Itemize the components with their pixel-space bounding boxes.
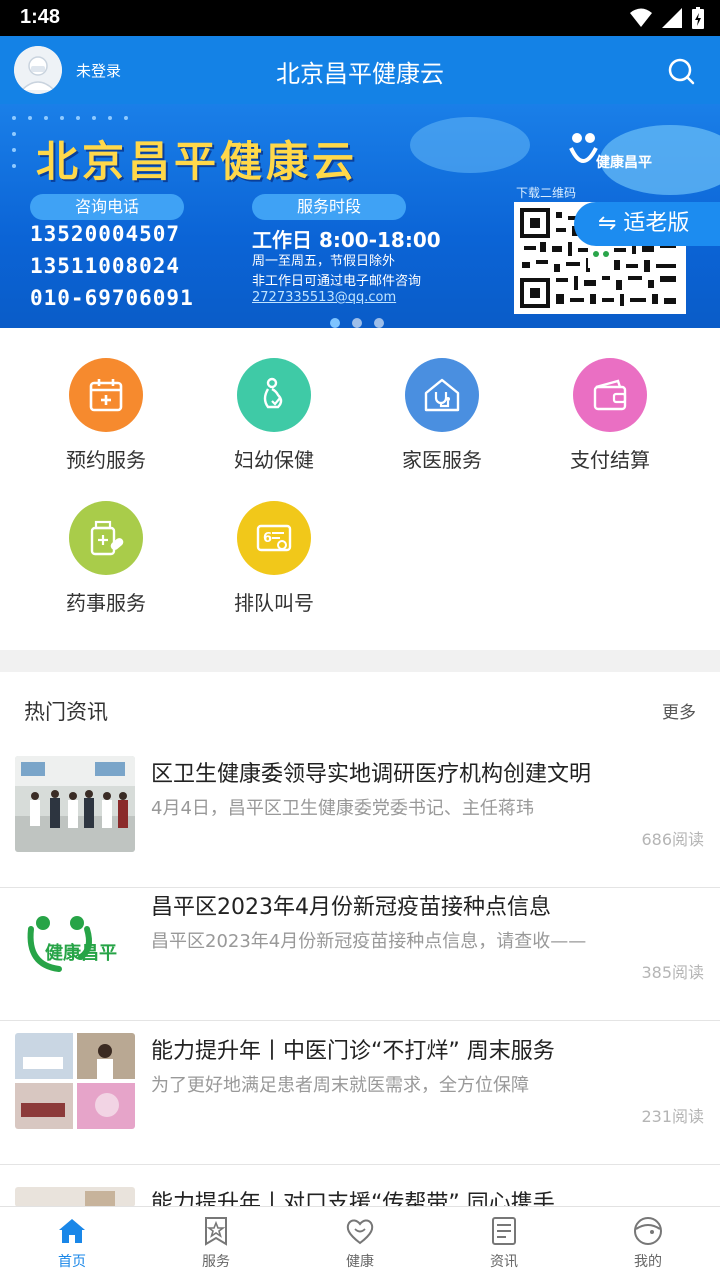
news-more-link[interactable]: 更多 [662, 698, 696, 723]
profile-face-icon [634, 1217, 662, 1245]
service-label: 家医服务 [402, 448, 482, 472]
carousel-dot[interactable] [352, 318, 362, 328]
news-item[interactable]: 健康昌平 昌平区2023年4月份新冠疫苗接种点信息 昌平区2023年4月份新冠疫… [0, 877, 720, 1021]
carousel-dots [330, 318, 384, 328]
tab-home[interactable]: 首页 [0, 1215, 144, 1271]
hotline-number: 13520004507 [30, 222, 181, 246]
news-thumbnail [15, 1187, 135, 1207]
tab-label: 健康 [346, 1254, 374, 1270]
service-label: 支付结算 [570, 448, 650, 472]
tab-health[interactable]: 健康 [288, 1215, 432, 1271]
page-title: 北京昌平健康云 [276, 60, 444, 88]
status-icons [630, 7, 704, 29]
search-button[interactable] [666, 56, 696, 86]
service-label: 药事服务 [66, 591, 146, 615]
news-summary: 4月4日，昌平区卫生健康委党委书记、主任蒋玮 [151, 798, 534, 819]
heart-icon [346, 1219, 374, 1245]
svg-text:健康昌平: 健康昌平 [45, 942, 117, 964]
document-icon [492, 1217, 516, 1245]
hours-label: 服务时段 [252, 194, 406, 220]
news-section-title: 热门资讯 [24, 700, 108, 724]
tab-label: 资讯 [490, 1254, 518, 1270]
news-photo-hospital-visit [15, 756, 135, 852]
wallet-icon [573, 358, 647, 432]
tab-services[interactable]: 服务 [144, 1215, 288, 1271]
service-label: 妇幼保健 [234, 448, 314, 472]
bookmark-star-icon [205, 1217, 227, 1246]
tab-label: 我的 [634, 1254, 662, 1270]
email-note: 非工作日可通过电子邮件咨询 [252, 274, 422, 289]
bottom-tab-bar: 首页 服务 健康 资讯 我的 [0, 1206, 720, 1280]
service-hours: 工作日 8:00-18:00 [252, 228, 441, 252]
news-summary: 昌平区2023年4月份新冠疫苗接种点信息，请查收—— [151, 931, 587, 952]
banner-title: 北京昌平健康云 [36, 137, 359, 186]
news-read-count: 686阅读 [641, 830, 704, 849]
news-thumbnail [15, 1033, 135, 1129]
status-time: 1:48 [20, 6, 61, 28]
section-divider [0, 650, 720, 672]
service-label: 排队叫号 [234, 591, 314, 615]
service-label: 预约服务 [66, 448, 146, 472]
news-thumbnail: 健康昌平 [15, 889, 135, 985]
app-header: 未登录 北京昌平健康云 [0, 36, 720, 104]
contact-email: 2727335513@qq.com [252, 290, 397, 305]
battery-icon [692, 7, 704, 29]
carousel-dot[interactable] [374, 318, 384, 328]
medicine-icon [69, 501, 143, 575]
elder-mode-button[interactable]: ⇋ 适老版 [574, 202, 720, 246]
tab-profile[interactable]: 我的 [576, 1215, 720, 1271]
news-read-count: 385阅读 [641, 963, 704, 982]
wifi-icon [630, 8, 652, 27]
news-item[interactable]: 区卫生健康委领导实地调研医疗机构创建文明 4月4日，昌平区卫生健康委党委书记、主… [0, 744, 720, 888]
hotline-number: 13511008024 [30, 254, 181, 278]
service-queue[interactable]: 6 排队叫号 [190, 501, 358, 616]
signal-icon [662, 8, 682, 28]
search-icon [668, 58, 695, 85]
calendar-icon [69, 358, 143, 432]
news-summary: 为了更好地满足患者周末就医需求，全方位保障 [151, 1075, 529, 1096]
news-title: 能力提升年丨中医门诊“不打烊” 周末服务 [151, 1039, 555, 1064]
brand-logo-text: 健康昌平 [596, 155, 652, 171]
news-title: 昌平区2023年4月份新冠疫苗接种点信息 [151, 895, 551, 920]
news-title: 区卫生健康委领导实地调研医疗机构创建文明 [151, 762, 592, 787]
news-photo-partial [15, 1187, 135, 1207]
tab-news[interactable]: 资讯 [432, 1215, 576, 1271]
svg-text:6: 6 [263, 531, 272, 546]
banner-carousel[interactable]: 北京昌平健康云 咨询电话 服务时段 13520004507 1351100802… [0, 104, 720, 328]
qr-label: 下载二维码 [516, 186, 577, 200]
news-read-count: 231阅读 [641, 1107, 704, 1126]
health-changping-logo-icon: 健康昌平 [15, 889, 135, 985]
service-payment[interactable]: 支付结算 [526, 358, 694, 473]
status-bar: 1:48 [0, 0, 720, 36]
news-header: 热门资讯 更多 [0, 672, 720, 744]
stethoscope-home-icon [405, 358, 479, 432]
health-changping-logo-icon [569, 133, 598, 163]
home-icon [59, 1219, 85, 1243]
queue-ticket-icon: 6 [237, 501, 311, 575]
tab-label: 首页 [58, 1254, 86, 1270]
services-grid: 预约服务 妇幼保健 家医服务 支付结算 药事服务 6 排队叫号 [0, 328, 720, 650]
service-family-doctor[interactable]: 家医服务 [358, 358, 526, 473]
service-appointment[interactable]: 预约服务 [22, 358, 190, 473]
hours-note: 周一至周五，节假日除外 [252, 254, 396, 269]
hotline-label: 咨询电话 [30, 194, 184, 220]
mother-child-icon [237, 358, 311, 432]
service-maternal-child[interactable]: 妇幼保健 [190, 358, 358, 473]
news-photo-clinic-collage [15, 1033, 135, 1129]
news-item[interactable]: 能力提升年丨中医门诊“不打烊” 周末服务 为了更好地满足患者周末就医需求，全方位… [0, 1021, 720, 1165]
hotline-number: 010-69706091 [30, 286, 194, 310]
news-thumbnail [15, 756, 135, 852]
carousel-dot[interactable] [330, 318, 340, 328]
brand-logo: 健康昌平 [568, 130, 678, 174]
tab-label: 服务 [202, 1254, 230, 1270]
service-pharmacy[interactable]: 药事服务 [22, 501, 190, 616]
